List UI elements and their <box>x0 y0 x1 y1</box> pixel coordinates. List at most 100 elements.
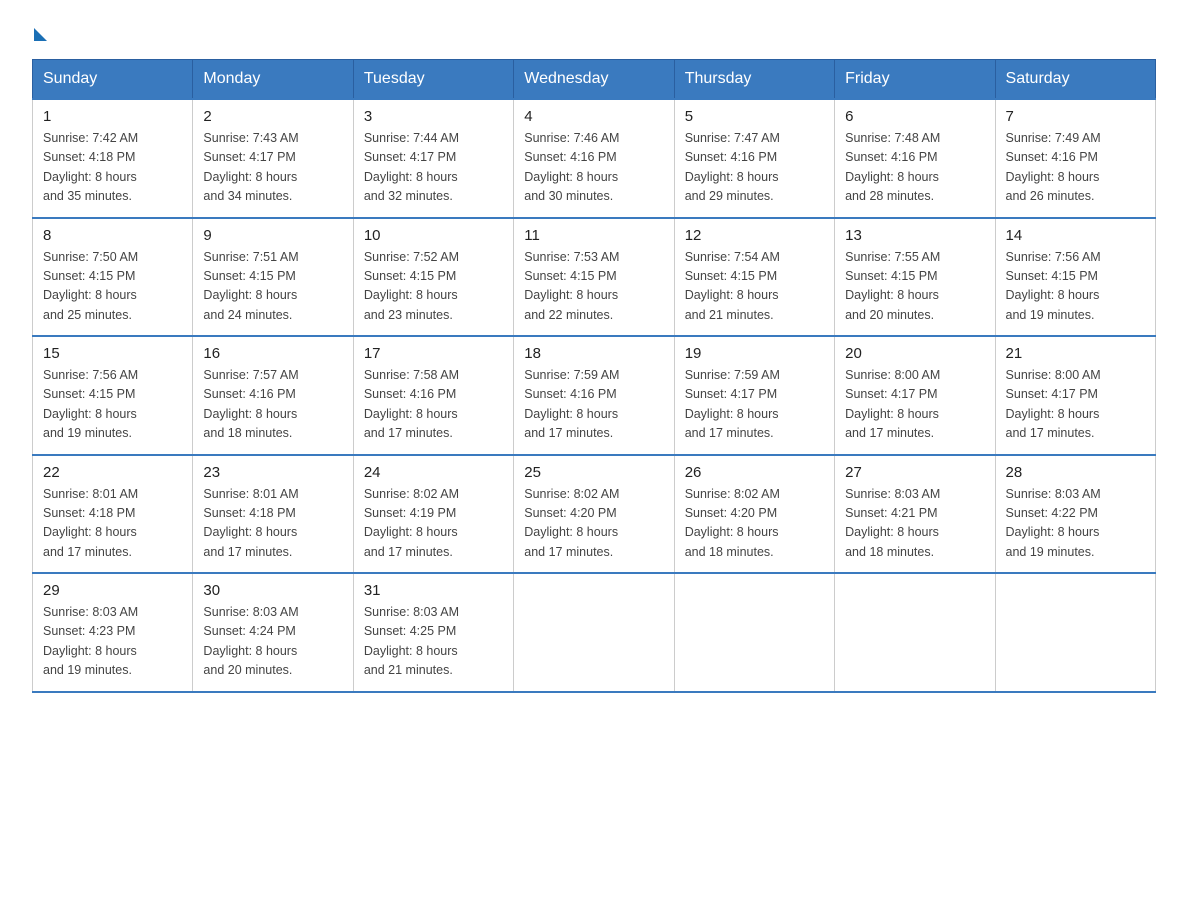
day-info: Sunrise: 8:00 AM Sunset: 4:17 PM Dayligh… <box>1006 366 1145 444</box>
day-info: Sunrise: 7:57 AM Sunset: 4:16 PM Dayligh… <box>203 366 342 444</box>
calendar-cell: 13 Sunrise: 7:55 AM Sunset: 4:15 PM Dayl… <box>835 218 995 337</box>
col-header-wednesday: Wednesday <box>514 60 674 100</box>
day-info: Sunrise: 7:56 AM Sunset: 4:15 PM Dayligh… <box>43 366 182 444</box>
calendar-cell: 3 Sunrise: 7:44 AM Sunset: 4:17 PM Dayli… <box>353 99 513 218</box>
day-info: Sunrise: 7:55 AM Sunset: 4:15 PM Dayligh… <box>845 248 984 326</box>
day-number: 29 <box>43 582 182 599</box>
day-number: 21 <box>1006 345 1145 362</box>
calendar-cell: 10 Sunrise: 7:52 AM Sunset: 4:15 PM Dayl… <box>353 218 513 337</box>
calendar-cell: 24 Sunrise: 8:02 AM Sunset: 4:19 PM Dayl… <box>353 455 513 574</box>
calendar-cell: 14 Sunrise: 7:56 AM Sunset: 4:15 PM Dayl… <box>995 218 1155 337</box>
calendar-cell: 23 Sunrise: 8:01 AM Sunset: 4:18 PM Dayl… <box>193 455 353 574</box>
day-info: Sunrise: 7:49 AM Sunset: 4:16 PM Dayligh… <box>1006 129 1145 207</box>
calendar-cell: 18 Sunrise: 7:59 AM Sunset: 4:16 PM Dayl… <box>514 336 674 455</box>
day-info: Sunrise: 8:03 AM Sunset: 4:23 PM Dayligh… <box>43 603 182 681</box>
day-number: 27 <box>845 464 984 481</box>
calendar-cell: 21 Sunrise: 8:00 AM Sunset: 4:17 PM Dayl… <box>995 336 1155 455</box>
calendar-cell: 2 Sunrise: 7:43 AM Sunset: 4:17 PM Dayli… <box>193 99 353 218</box>
day-info: Sunrise: 8:03 AM Sunset: 4:21 PM Dayligh… <box>845 485 984 563</box>
calendar-header-row: SundayMondayTuesdayWednesdayThursdayFrid… <box>33 60 1156 100</box>
day-number: 11 <box>524 227 663 244</box>
day-info: Sunrise: 7:53 AM Sunset: 4:15 PM Dayligh… <box>524 248 663 326</box>
day-info: Sunrise: 7:44 AM Sunset: 4:17 PM Dayligh… <box>364 129 503 207</box>
calendar-cell <box>995 573 1155 692</box>
day-number: 19 <box>685 345 824 362</box>
col-header-sunday: Sunday <box>33 60 193 100</box>
day-number: 24 <box>364 464 503 481</box>
day-info: Sunrise: 8:01 AM Sunset: 4:18 PM Dayligh… <box>203 485 342 563</box>
day-number: 12 <box>685 227 824 244</box>
day-number: 31 <box>364 582 503 599</box>
day-info: Sunrise: 7:48 AM Sunset: 4:16 PM Dayligh… <box>845 129 984 207</box>
day-info: Sunrise: 7:56 AM Sunset: 4:15 PM Dayligh… <box>1006 248 1145 326</box>
day-number: 16 <box>203 345 342 362</box>
calendar-cell: 6 Sunrise: 7:48 AM Sunset: 4:16 PM Dayli… <box>835 99 995 218</box>
calendar-cell: 22 Sunrise: 8:01 AM Sunset: 4:18 PM Dayl… <box>33 455 193 574</box>
day-info: Sunrise: 7:42 AM Sunset: 4:18 PM Dayligh… <box>43 129 182 207</box>
calendar-week-row: 8 Sunrise: 7:50 AM Sunset: 4:15 PM Dayli… <box>33 218 1156 337</box>
day-info: Sunrise: 7:58 AM Sunset: 4:16 PM Dayligh… <box>364 366 503 444</box>
calendar-week-row: 22 Sunrise: 8:01 AM Sunset: 4:18 PM Dayl… <box>33 455 1156 574</box>
day-number: 18 <box>524 345 663 362</box>
day-number: 23 <box>203 464 342 481</box>
calendar-table: SundayMondayTuesdayWednesdayThursdayFrid… <box>32 59 1156 693</box>
calendar-cell: 8 Sunrise: 7:50 AM Sunset: 4:15 PM Dayli… <box>33 218 193 337</box>
day-number: 8 <box>43 227 182 244</box>
col-header-thursday: Thursday <box>674 60 834 100</box>
day-number: 17 <box>364 345 503 362</box>
day-number: 10 <box>364 227 503 244</box>
day-number: 9 <box>203 227 342 244</box>
day-info: Sunrise: 7:43 AM Sunset: 4:17 PM Dayligh… <box>203 129 342 207</box>
calendar-cell: 17 Sunrise: 7:58 AM Sunset: 4:16 PM Dayl… <box>353 336 513 455</box>
day-info: Sunrise: 8:02 AM Sunset: 4:20 PM Dayligh… <box>524 485 663 563</box>
day-info: Sunrise: 7:46 AM Sunset: 4:16 PM Dayligh… <box>524 129 663 207</box>
calendar-cell <box>514 573 674 692</box>
calendar-cell: 28 Sunrise: 8:03 AM Sunset: 4:22 PM Dayl… <box>995 455 1155 574</box>
calendar-week-row: 1 Sunrise: 7:42 AM Sunset: 4:18 PM Dayli… <box>33 99 1156 218</box>
calendar-week-row: 29 Sunrise: 8:03 AM Sunset: 4:23 PM Dayl… <box>33 573 1156 692</box>
day-info: Sunrise: 8:02 AM Sunset: 4:19 PM Dayligh… <box>364 485 503 563</box>
col-header-saturday: Saturday <box>995 60 1155 100</box>
calendar-cell: 31 Sunrise: 8:03 AM Sunset: 4:25 PM Dayl… <box>353 573 513 692</box>
day-number: 22 <box>43 464 182 481</box>
day-number: 30 <box>203 582 342 599</box>
calendar-cell <box>835 573 995 692</box>
day-number: 6 <box>845 108 984 125</box>
col-header-tuesday: Tuesday <box>353 60 513 100</box>
calendar-cell: 16 Sunrise: 7:57 AM Sunset: 4:16 PM Dayl… <box>193 336 353 455</box>
logo-triangle-icon <box>34 28 47 41</box>
day-number: 20 <box>845 345 984 362</box>
day-number: 13 <box>845 227 984 244</box>
calendar-cell: 9 Sunrise: 7:51 AM Sunset: 4:15 PM Dayli… <box>193 218 353 337</box>
calendar-cell: 15 Sunrise: 7:56 AM Sunset: 4:15 PM Dayl… <box>33 336 193 455</box>
day-info: Sunrise: 8:03 AM Sunset: 4:22 PM Dayligh… <box>1006 485 1145 563</box>
calendar-cell: 25 Sunrise: 8:02 AM Sunset: 4:20 PM Dayl… <box>514 455 674 574</box>
calendar-cell: 12 Sunrise: 7:54 AM Sunset: 4:15 PM Dayl… <box>674 218 834 337</box>
calendar-cell: 26 Sunrise: 8:02 AM Sunset: 4:20 PM Dayl… <box>674 455 834 574</box>
day-number: 26 <box>685 464 824 481</box>
col-header-friday: Friday <box>835 60 995 100</box>
calendar-cell: 1 Sunrise: 7:42 AM Sunset: 4:18 PM Dayli… <box>33 99 193 218</box>
day-number: 1 <box>43 108 182 125</box>
day-number: 15 <box>43 345 182 362</box>
calendar-cell: 27 Sunrise: 8:03 AM Sunset: 4:21 PM Dayl… <box>835 455 995 574</box>
calendar-cell: 4 Sunrise: 7:46 AM Sunset: 4:16 PM Dayli… <box>514 99 674 218</box>
day-info: Sunrise: 8:00 AM Sunset: 4:17 PM Dayligh… <box>845 366 984 444</box>
day-info: Sunrise: 7:54 AM Sunset: 4:15 PM Dayligh… <box>685 248 824 326</box>
day-info: Sunrise: 8:02 AM Sunset: 4:20 PM Dayligh… <box>685 485 824 563</box>
day-info: Sunrise: 7:50 AM Sunset: 4:15 PM Dayligh… <box>43 248 182 326</box>
day-number: 25 <box>524 464 663 481</box>
day-number: 7 <box>1006 108 1145 125</box>
day-info: Sunrise: 8:03 AM Sunset: 4:25 PM Dayligh… <box>364 603 503 681</box>
day-info: Sunrise: 7:51 AM Sunset: 4:15 PM Dayligh… <box>203 248 342 326</box>
day-info: Sunrise: 7:52 AM Sunset: 4:15 PM Dayligh… <box>364 248 503 326</box>
calendar-cell: 19 Sunrise: 7:59 AM Sunset: 4:17 PM Dayl… <box>674 336 834 455</box>
calendar-cell <box>674 573 834 692</box>
day-number: 2 <box>203 108 342 125</box>
calendar-cell: 7 Sunrise: 7:49 AM Sunset: 4:16 PM Dayli… <box>995 99 1155 218</box>
day-number: 5 <box>685 108 824 125</box>
calendar-cell: 11 Sunrise: 7:53 AM Sunset: 4:15 PM Dayl… <box>514 218 674 337</box>
day-info: Sunrise: 7:47 AM Sunset: 4:16 PM Dayligh… <box>685 129 824 207</box>
col-header-monday: Monday <box>193 60 353 100</box>
day-number: 3 <box>364 108 503 125</box>
